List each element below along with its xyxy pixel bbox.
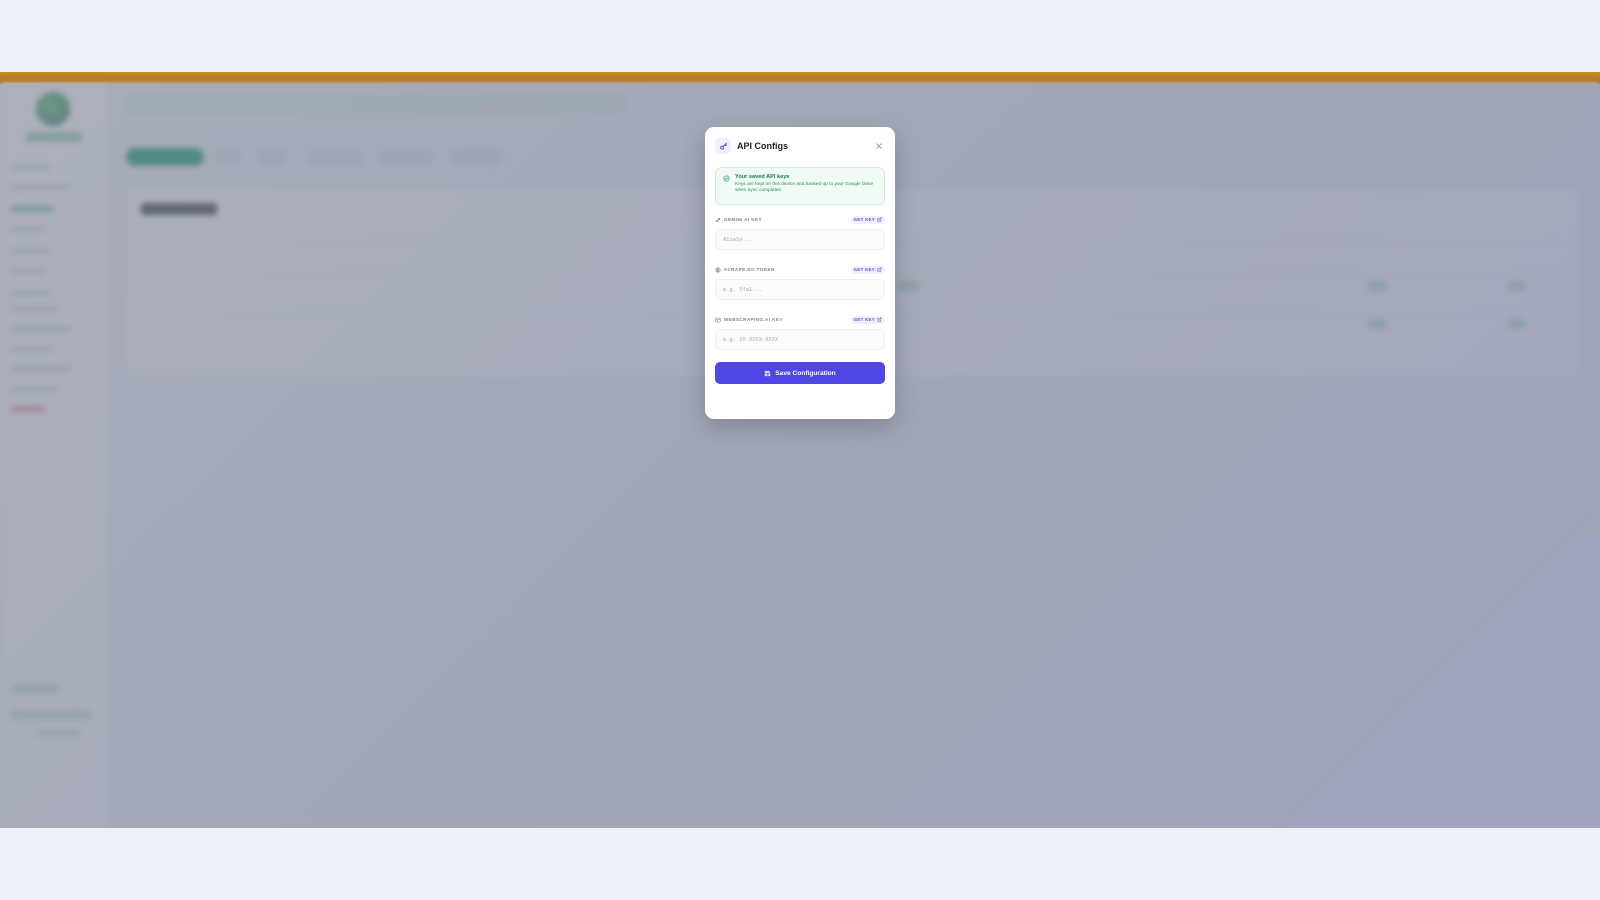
gemini-key-field: GEMINI AI KEY GET KEY <box>715 215 885 250</box>
webscraping-ai-key-field: WEBSCRAPING.AI KEY GET KEY <box>715 315 885 350</box>
globe-icon <box>715 266 721 273</box>
api-configs-modal: API Configs Your saved API keys Keys are… <box>705 127 895 419</box>
scrape-do-token-field: SCRAPE.DO TOKEN GET KEY <box>715 265 885 300</box>
notice-title: Your saved API keys <box>735 174 790 180</box>
webscraping-ai-label: WEBSCRAPING.AI KEY <box>724 317 783 322</box>
close-icon[interactable] <box>873 140 885 152</box>
external-link-icon <box>877 217 882 222</box>
webscraping-ai-key-input[interactable] <box>715 329 885 350</box>
gemini-key-input[interactable] <box>715 229 885 250</box>
external-link-icon <box>877 317 882 322</box>
save-configuration-label: Save Configuration <box>775 369 836 377</box>
layout-icon <box>715 317 721 322</box>
gemini-key-label: GEMINI AI KEY <box>724 217 762 222</box>
scrape-do-token-input[interactable] <box>715 279 885 300</box>
webscraping-ai-get-key-link[interactable]: GET KEY <box>850 315 885 324</box>
external-link-icon <box>877 267 882 272</box>
scrape-do-get-key-link[interactable]: GET KEY <box>850 265 885 274</box>
saved-keys-notice: Your saved API keys Keys are kept on thi… <box>715 167 885 205</box>
scrape-do-label: SCRAPE.DO TOKEN <box>724 267 775 272</box>
key-icon <box>715 138 731 154</box>
modal-title: API Configs <box>737 141 788 151</box>
save-configuration-button[interactable]: Save Configuration <box>715 362 885 384</box>
gemini-get-key-link[interactable]: GET KEY <box>850 215 885 224</box>
notice-body: Keys are kept on this device and backed … <box>735 182 874 194</box>
top-accent-bar <box>0 72 1600 84</box>
save-icon <box>765 370 771 376</box>
modal-header: API Configs <box>715 137 885 155</box>
link-icon <box>715 217 721 222</box>
shield-check-icon <box>723 175 730 182</box>
